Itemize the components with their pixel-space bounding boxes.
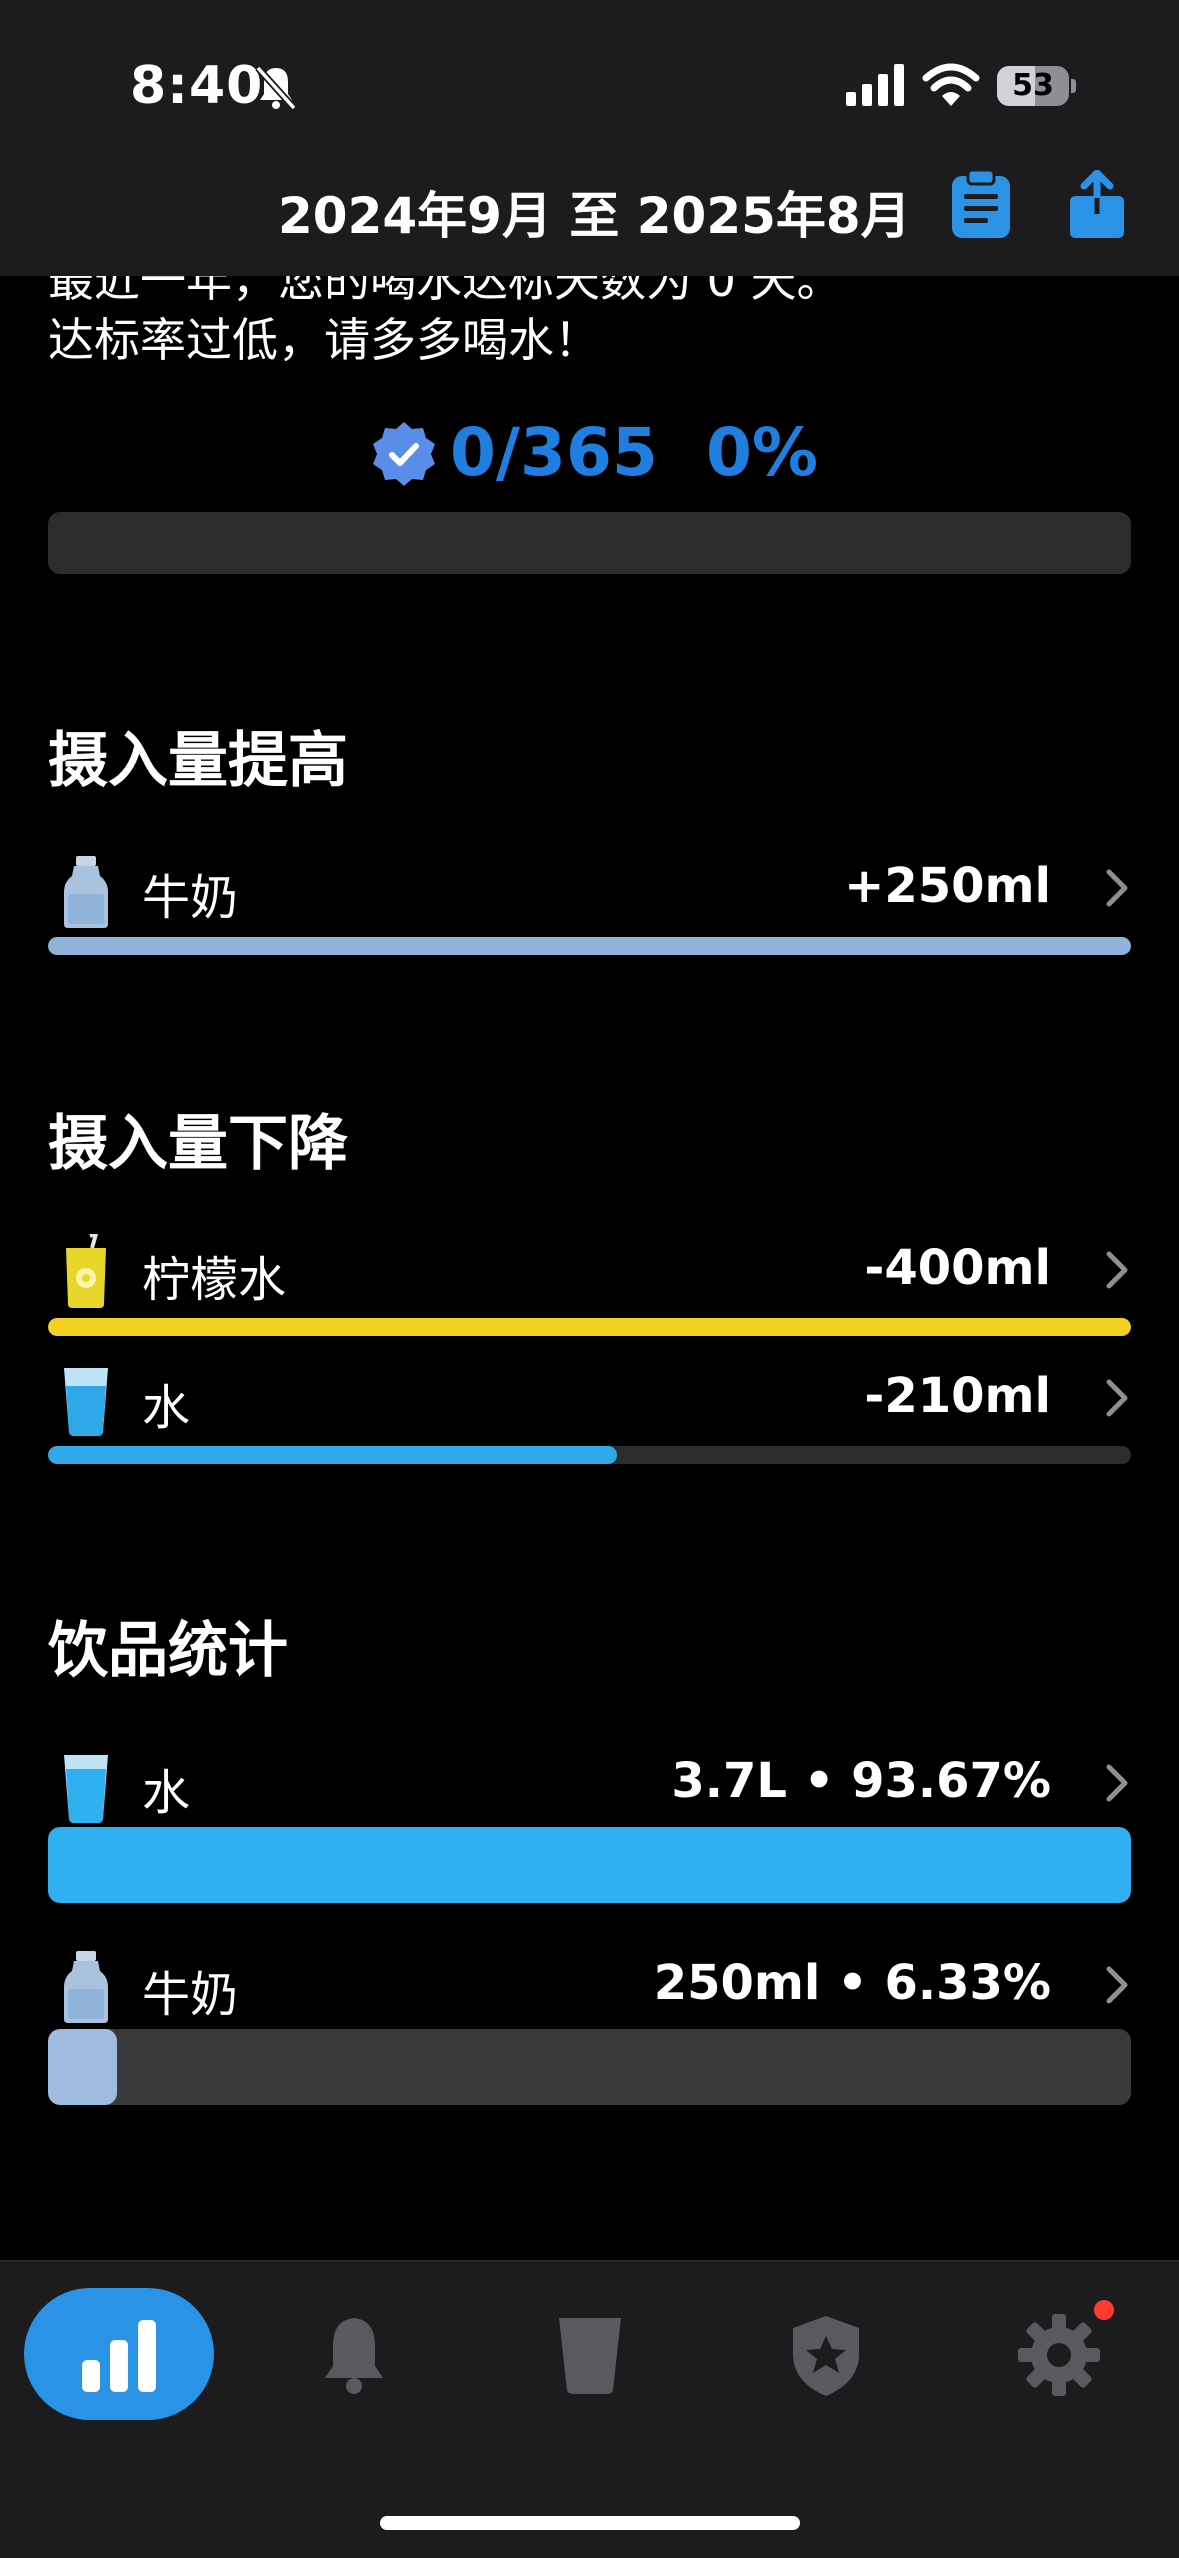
chevron-right-icon — [1106, 869, 1128, 907]
decrease-label-water: 水 — [142, 1380, 191, 1436]
milk-bottle-icon — [64, 1951, 108, 2023]
decrease-row-lemon-water[interactable]: 柠檬水 -400ml — [0, 1222, 1179, 1336]
water-glass-icon — [64, 1755, 108, 1823]
stats-value-water: 3.7L • 93.67% — [671, 1753, 1051, 1809]
decrease-value-lemon: -400ml — [864, 1240, 1051, 1296]
home-indicator — [380, 2516, 800, 2530]
battery-percent: 53 — [1012, 68, 1054, 103]
water-glass-icon — [64, 1368, 108, 1436]
goal-progress-bar — [48, 512, 1131, 574]
decrease-value-water: -210ml — [864, 1368, 1051, 1424]
decrease-bar-water — [48, 1446, 1131, 1464]
chevron-right-icon — [1106, 1251, 1128, 1289]
increase-bar-fill — [48, 937, 1131, 955]
stats-label-milk: 牛奶 — [142, 1967, 239, 2023]
bar-chart-icon[interactable] — [76, 2312, 162, 2398]
cup-icon[interactable] — [547, 2312, 633, 2398]
clipboard-icon[interactable] — [950, 168, 1012, 240]
increase-label: 牛奶 — [142, 870, 239, 926]
stats-bar-milk — [48, 2029, 1131, 2105]
goal-count: 0/365 — [450, 414, 658, 491]
increase-value: +250ml — [844, 858, 1051, 914]
decrease-bar-fill-water — [48, 1446, 617, 1464]
date-range-title[interactable]: 2024年9月 至 2025年8月 — [278, 176, 911, 248]
cellular-signal-icon — [846, 64, 904, 106]
increase-bar — [48, 937, 1131, 955]
stats-bar-fill-water — [48, 1827, 1131, 1903]
wifi-icon — [922, 63, 980, 106]
settings-badge — [1094, 2300, 1114, 2320]
gear-icon[interactable] — [1016, 2312, 1102, 2398]
lemon-water-icon — [66, 1234, 106, 1308]
stats-row-water[interactable]: 水 3.7L • 93.67% — [0, 1735, 1179, 1905]
top-bar: 8:40 53 2024年9月 至 2025年8月 — [0, 0, 1179, 276]
chevron-right-icon — [1106, 1764, 1128, 1802]
verified-badge-icon — [373, 422, 435, 486]
battery-indicator: 53 — [997, 66, 1076, 106]
decrease-row-water[interactable]: 水 -210ml — [0, 1350, 1179, 1464]
decrease-bar-lemon — [48, 1318, 1131, 1336]
stats-bar-water — [48, 1827, 1131, 1903]
stats-section-title: 饮品统计 — [48, 1616, 288, 1686]
decrease-label-lemon: 柠檬水 — [142, 1252, 287, 1308]
status-time: 8:40 — [130, 56, 264, 116]
goal-percent: 0% — [706, 414, 819, 491]
shield-star-icon[interactable] — [783, 2312, 869, 2398]
chevron-right-icon — [1106, 1379, 1128, 1417]
decrease-bar-fill-lemon — [48, 1318, 1131, 1336]
stats-row-milk[interactable]: 牛奶 250ml • 6.33% — [0, 1937, 1179, 2107]
milk-bottle-icon — [64, 856, 108, 928]
increase-section-title: 摄入量提高 — [48, 726, 348, 796]
stats-value-milk: 250ml • 6.33% — [653, 1955, 1051, 2011]
stats-label-water: 水 — [142, 1765, 191, 1821]
increase-row-milk[interactable]: 牛奶 +250ml — [0, 840, 1179, 955]
decrease-section-title: 摄入量下降 — [48, 1109, 348, 1179]
share-icon[interactable] — [1066, 170, 1128, 240]
bell-icon[interactable] — [311, 2312, 397, 2398]
bell-slash-icon — [255, 65, 297, 111]
chevron-right-icon — [1106, 1966, 1128, 2004]
summary-line-2: 达标率过低，请多多喝水！ — [48, 313, 600, 367]
stats-bar-fill-milk — [48, 2029, 117, 2105]
